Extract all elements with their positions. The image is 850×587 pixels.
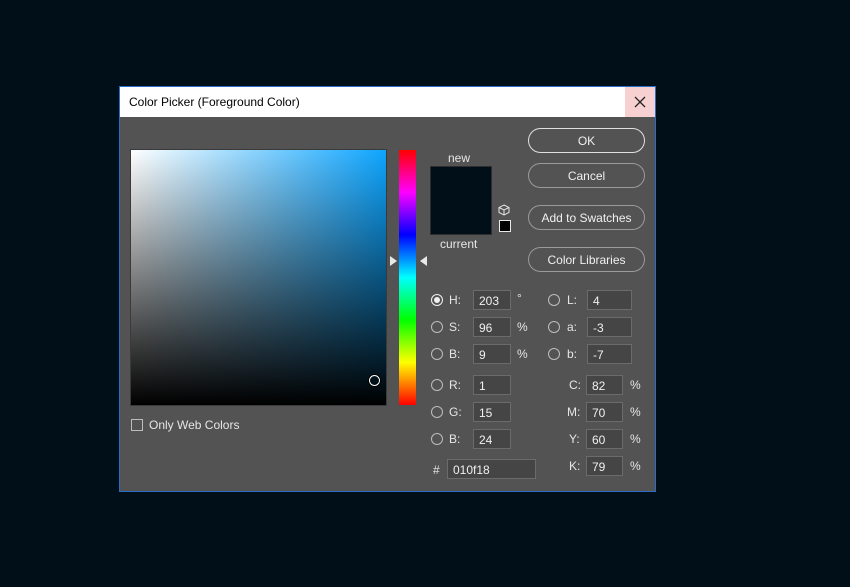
ok-button[interactable]: OK <box>528 128 645 153</box>
lab-a-input[interactable]: -3 <box>587 317 632 337</box>
color-field[interactable] <box>130 149 387 406</box>
radio-saturation[interactable] <box>431 321 443 333</box>
blue-label: B: <box>449 432 461 446</box>
radio-blue[interactable] <box>431 433 443 445</box>
magenta-input[interactable]: 70 <box>586 402 623 422</box>
blue-input[interactable]: 24 <box>473 429 511 449</box>
close-icon <box>634 96 646 108</box>
lab-a-label: a: <box>567 320 578 334</box>
color-field-marker[interactable] <box>369 375 380 386</box>
lab-l-input[interactable]: 4 <box>587 290 632 310</box>
cube-icon[interactable] <box>498 204 510 216</box>
new-color-swatch <box>430 166 492 201</box>
dialog-title: Color Picker (Foreground Color) <box>129 95 300 109</box>
close-button[interactable] <box>625 87 655 117</box>
cyan-input[interactable]: 82 <box>586 375 623 395</box>
brightness-label: B: <box>449 347 461 361</box>
radio-red[interactable] <box>431 379 443 391</box>
radio-lab-l[interactable] <box>548 294 560 306</box>
black-unit: % <box>630 459 641 473</box>
color-picker-dialog: Color Picker (Foreground Color) new curr… <box>119 86 656 492</box>
green-label: G: <box>449 405 462 419</box>
brightness-input[interactable]: 9 <box>473 344 511 364</box>
yellow-label: Y: <box>569 432 580 446</box>
brightness-unit: % <box>517 347 528 361</box>
cyan-unit: % <box>630 378 641 392</box>
current-label: current <box>440 237 478 251</box>
add-to-swatches-button[interactable]: Add to Swatches <box>528 205 645 230</box>
hue-input[interactable]: 203 <box>473 290 511 310</box>
new-label: new <box>448 151 471 165</box>
only-web-colors-checkbox[interactable] <box>131 419 143 431</box>
magenta-label: M: <box>567 405 581 419</box>
saturation-label: S: <box>449 320 461 334</box>
yellow-input[interactable]: 60 <box>586 429 623 449</box>
current-color-swatch[interactable] <box>430 200 492 235</box>
radio-lab-b[interactable] <box>548 348 560 360</box>
hex-label: # <box>433 463 440 477</box>
cancel-button[interactable]: Cancel <box>528 163 645 188</box>
saturation-input[interactable]: 96 <box>473 317 511 337</box>
radio-hue[interactable] <box>431 294 443 306</box>
hue-label: H: <box>449 293 461 307</box>
radio-green[interactable] <box>431 406 443 418</box>
cyan-label: C: <box>569 378 581 392</box>
hue-slider-right-handle[interactable] <box>420 256 427 266</box>
yellow-unit: % <box>630 432 641 446</box>
hex-input[interactable]: 010f18 <box>447 459 536 479</box>
black-label: K: <box>569 459 581 473</box>
websafe-swatch-icon[interactable] <box>499 220 511 232</box>
lab-b-label: b: <box>567 347 578 361</box>
hue-slider-left-handle[interactable] <box>390 256 397 266</box>
radio-brightness[interactable] <box>431 348 443 360</box>
green-input[interactable]: 15 <box>473 402 511 422</box>
title-bar[interactable]: Color Picker (Foreground Color) <box>120 87 655 117</box>
only-web-colors-label: Only Web Colors <box>149 418 240 432</box>
lab-b-input[interactable]: -7 <box>587 344 632 364</box>
color-libraries-button[interactable]: Color Libraries <box>528 247 645 272</box>
magenta-unit: % <box>630 405 641 419</box>
red-label: R: <box>449 378 461 392</box>
hue-unit: ° <box>517 291 522 305</box>
lab-l-label: L: <box>567 293 578 307</box>
red-input[interactable]: 1 <box>473 375 511 395</box>
black-input[interactable]: 79 <box>586 456 623 476</box>
saturation-unit: % <box>517 320 528 334</box>
hue-slider[interactable] <box>399 150 416 405</box>
radio-lab-a[interactable] <box>548 321 560 333</box>
